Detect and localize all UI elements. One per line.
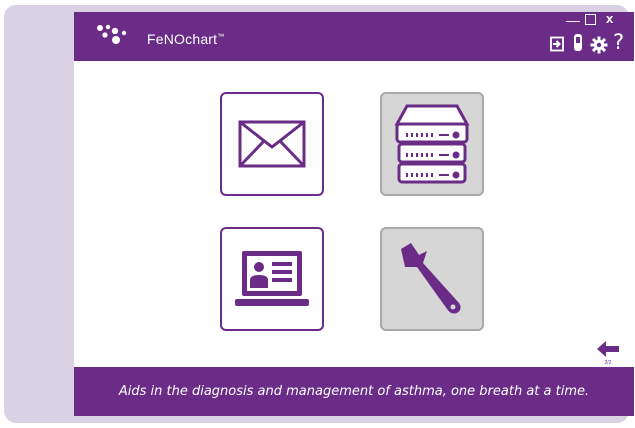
- server-tile[interactable]: [380, 92, 484, 196]
- tools-tile[interactable]: [380, 227, 484, 331]
- server-icon: [394, 104, 470, 184]
- laptop-profile-icon: [235, 251, 309, 306]
- footer-tagline: Aids in the diagnosis and management of …: [118, 384, 590, 399]
- logo-icon: [97, 24, 127, 44]
- title-bar: FeNOchart™ — x ?: [74, 12, 634, 61]
- wrench-icon: [401, 243, 461, 314]
- footer-banner: Aids in the diagnosis and management of …: [74, 367, 634, 416]
- app-window: FeNOchart™ — x ? 2/2 Aids in the diagnos…: [74, 12, 634, 416]
- message-tile[interactable]: [220, 92, 324, 196]
- maximize-button[interactable]: [585, 14, 596, 25]
- close-button[interactable]: x: [606, 12, 613, 25]
- envelope-icon: [238, 120, 306, 168]
- logout-icon[interactable]: [549, 36, 565, 52]
- help-icon[interactable]: ?: [613, 30, 624, 54]
- app-title: FeNOchart™: [147, 31, 225, 47]
- minimize-button[interactable]: —: [566, 13, 580, 27]
- settings-icon[interactable]: [590, 36, 608, 54]
- patient-profile-tile[interactable]: [220, 227, 324, 331]
- back-arrow-icon[interactable]: [597, 340, 619, 358]
- page-indicator: 2/2: [604, 360, 612, 366]
- device-icon[interactable]: [572, 33, 584, 53]
